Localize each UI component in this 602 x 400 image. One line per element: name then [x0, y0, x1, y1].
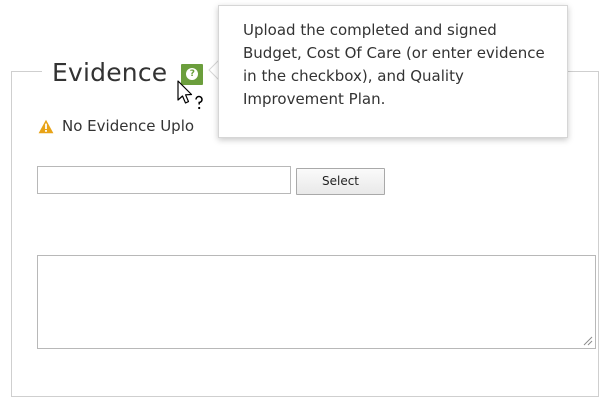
help-tooltip: Upload the completed and signed Budget, …: [218, 5, 568, 138]
select-file-button[interactable]: Select: [296, 168, 385, 195]
evidence-notes-textarea[interactable]: [37, 255, 596, 349]
page: Evidence ? No Evidence Uplo Select Uploa…: [0, 0, 602, 400]
question-icon: ?: [186, 67, 199, 80]
resize-grip-icon[interactable]: [583, 336, 593, 346]
no-evidence-warning: No Evidence Uplo: [38, 117, 194, 135]
warning-text: No Evidence Uplo: [62, 117, 195, 135]
tooltip-text: Upload the completed and signed Budget, …: [243, 21, 545, 108]
file-name-input[interactable]: [37, 166, 291, 194]
warning-triangle-icon: [38, 119, 54, 133]
section-title: Evidence: [52, 57, 168, 87]
help-cursor-icon: [177, 80, 203, 110]
